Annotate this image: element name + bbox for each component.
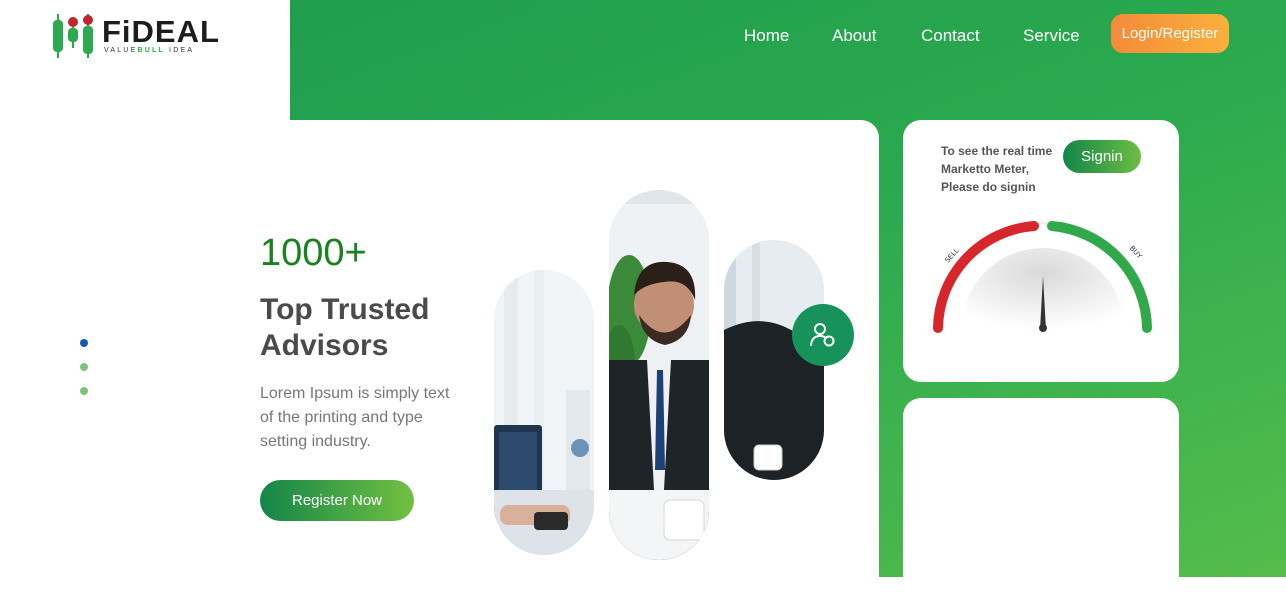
advisor-count: 1000+	[260, 232, 367, 274]
candlestick-logo-icon	[53, 14, 93, 58]
meter-signin-message: To see the real time Marketto Meter, Ple…	[941, 144, 1053, 194]
advisor-photo-left	[494, 270, 594, 555]
register-now-button[interactable]: Register Now	[260, 480, 414, 521]
hero-description: Lorem Ipsum is simply text of the printi…	[260, 385, 450, 450]
advisor-profile-button[interactable]	[792, 304, 854, 366]
nav-about[interactable]: About	[832, 26, 876, 46]
slider-dot-2[interactable]	[80, 363, 88, 371]
slider-dot-1[interactable]	[80, 339, 88, 347]
secondary-card	[903, 398, 1179, 598]
market-meter-card: To see the real time Marketto Meter, Ple…	[903, 120, 1179, 382]
nav-contact[interactable]: Contact	[921, 26, 980, 46]
login-register-button[interactable]: Login/Register	[1111, 14, 1229, 53]
brand-name: FiDEAL	[102, 14, 220, 49]
brand-tagline: VALUEBULL IDEA	[104, 47, 195, 54]
user-icon	[810, 323, 835, 347]
signin-button[interactable]: Signin	[1063, 140, 1141, 173]
market-gauge: SELL BUY	[933, 221, 1152, 333]
slider-dot-3[interactable]	[80, 387, 88, 395]
nav-home[interactable]: Home	[744, 26, 789, 46]
nav-service[interactable]: Service	[1023, 26, 1080, 46]
hero-headline: Top Trusted Advisors	[260, 293, 430, 362]
advisor-photo-center	[609, 190, 709, 560]
buy-label: BUY	[1128, 244, 1144, 260]
hero-card: 1000+ Top Trusted Advisors Lorem Ipsum i…	[202, 120, 879, 610]
brand-logo[interactable]: FiDEAL VALUEBULL IDEA	[52, 12, 222, 62]
